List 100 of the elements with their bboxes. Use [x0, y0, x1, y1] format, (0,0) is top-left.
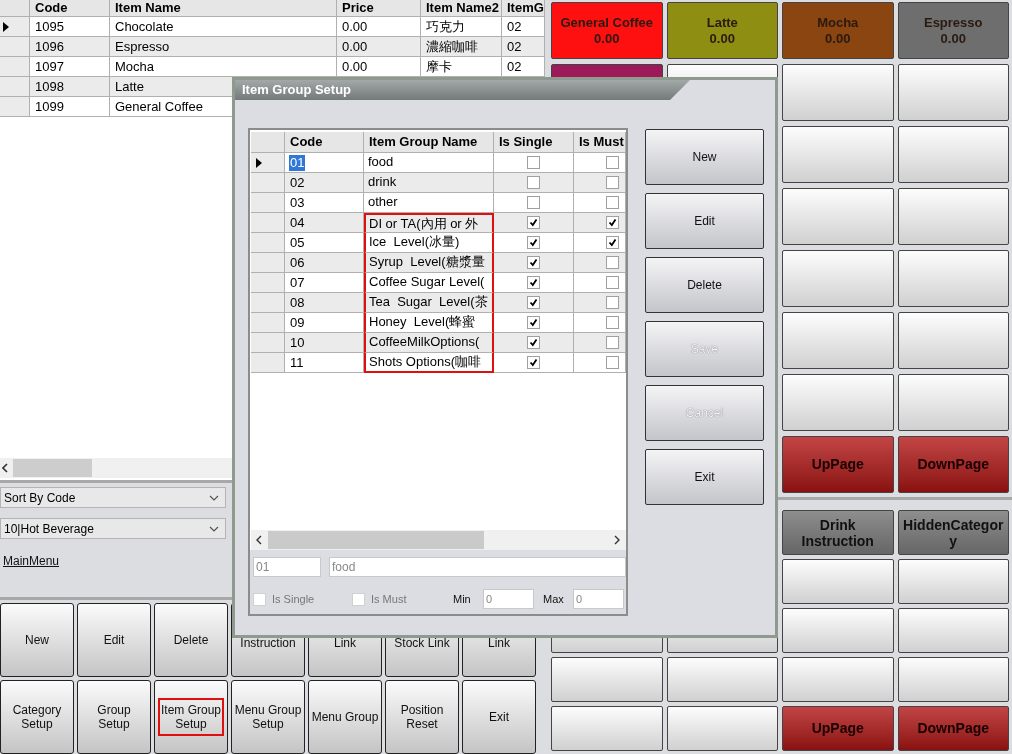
- checkbox[interactable]: [527, 336, 540, 349]
- dropdown[interactable]: 10|Hot Beverage: [0, 518, 226, 539]
- row-header[interactable]: [0, 17, 30, 37]
- checkbox[interactable]: [606, 316, 619, 329]
- empty-button[interactable]: [782, 657, 894, 702]
- checkbox[interactable]: [527, 356, 540, 369]
- toolbar-button[interactable]: Menu Group Setup: [231, 680, 305, 754]
- check-icon: [529, 238, 538, 247]
- checkbox[interactable]: [527, 316, 540, 329]
- toolbar-button[interactable]: Exit: [462, 680, 536, 754]
- cell-text: 03: [289, 194, 306, 211]
- cell-text: 11: [289, 354, 305, 371]
- check-icon: [529, 298, 538, 307]
- checkbox[interactable]: [527, 296, 540, 309]
- toolbar-button[interactable]: Menu Group: [308, 680, 382, 754]
- cell-text: 10: [289, 334, 306, 351]
- toolbar-button[interactable]: New: [0, 603, 74, 677]
- empty-button[interactable]: [666, 657, 778, 702]
- empty-button[interactable]: [897, 657, 1009, 702]
- empty-button[interactable]: [782, 312, 894, 369]
- checkbox[interactable]: [527, 256, 540, 269]
- name-field[interactable]: food: [329, 557, 626, 577]
- empty-button[interactable]: [782, 188, 894, 245]
- empty-button[interactable]: [782, 64, 894, 121]
- category-button[interactable]: Drink Instruction: [782, 510, 894, 555]
- dialog-button[interactable]: Exit: [645, 449, 764, 505]
- checkbox[interactable]: [606, 356, 619, 369]
- toolbar-button[interactable]: Group Setup: [77, 680, 151, 754]
- empty-button[interactable]: [782, 374, 894, 431]
- checkbox[interactable]: [606, 176, 619, 189]
- field-label: Max: [543, 591, 565, 607]
- cell-text: 01: [289, 154, 306, 171]
- dialog-button[interactable]: Edit: [645, 193, 764, 249]
- check-icon: [529, 338, 538, 347]
- table-cell: Shots Options(咖啡: [364, 353, 494, 373]
- empty-button[interactable]: [897, 312, 1009, 369]
- min-field[interactable]: 0: [483, 589, 534, 609]
- checkbox[interactable]: [606, 276, 619, 289]
- check-icon: [529, 258, 538, 267]
- checkbox[interactable]: [527, 276, 540, 289]
- cell-text: 05: [289, 234, 306, 251]
- check-icon: [608, 238, 617, 247]
- empty-button[interactable]: [897, 374, 1009, 431]
- category-button[interactable]: HiddenCategory: [897, 510, 1009, 555]
- row-header[interactable]: [251, 153, 285, 173]
- empty-button[interactable]: [897, 126, 1009, 183]
- toolbar-button[interactable]: Position Reset: [385, 680, 459, 754]
- scrollbar-thumb[interactable]: [13, 459, 92, 477]
- checkbox[interactable]: [606, 196, 619, 209]
- chevron-down-icon: [209, 494, 219, 501]
- empty-button[interactable]: [666, 706, 778, 751]
- empty-button[interactable]: [897, 250, 1009, 307]
- checkbox[interactable]: [527, 176, 540, 189]
- dialog-button[interactable]: Delete: [645, 257, 764, 313]
- empty-button[interactable]: [782, 559, 894, 604]
- empty-button[interactable]: [782, 250, 894, 307]
- toolbar-button[interactable]: Item Group Setup: [154, 680, 228, 754]
- checkbox[interactable]: [606, 236, 619, 249]
- row-pointer-icon: [256, 157, 262, 168]
- menu-item-button[interactable]: General Coffee 0.00: [551, 2, 663, 59]
- empty-button[interactable]: [897, 64, 1009, 121]
- toolbar-button[interactable]: Delete: [154, 603, 228, 677]
- checkbox[interactable]: [253, 592, 266, 606]
- checkbox[interactable]: [606, 296, 619, 309]
- horizontal-scrollbar[interactable]: [251, 530, 626, 550]
- scroll-left-icon: [256, 535, 262, 545]
- empty-button[interactable]: [897, 559, 1009, 604]
- cell-text: 06: [289, 254, 306, 271]
- empty-button[interactable]: [782, 608, 894, 653]
- main-menu-link[interactable]: MainMenu: [3, 552, 60, 570]
- checkbox[interactable]: [606, 156, 619, 169]
- checkbox[interactable]: [527, 236, 540, 249]
- checkbox[interactable]: [606, 256, 619, 269]
- row-pointer-icon: [3, 21, 9, 32]
- empty-button[interactable]: [782, 126, 894, 183]
- max-field[interactable]: 0: [573, 589, 624, 609]
- cell-text: 04: [289, 214, 306, 231]
- dropdown[interactable]: Sort By Code: [0, 487, 226, 508]
- check-icon: [529, 318, 538, 327]
- scrollbar-thumb[interactable]: [268, 531, 484, 549]
- empty-button[interactable]: [897, 188, 1009, 245]
- cell-text: 08: [289, 294, 306, 311]
- dialog-button[interactable]: New: [645, 129, 764, 185]
- table-cell: 1099: [30, 97, 110, 117]
- menu-item-button[interactable]: Latte 0.00: [666, 2, 778, 59]
- empty-button[interactable]: [897, 608, 1009, 653]
- cell-text: 02: [289, 174, 306, 191]
- scroll-right-icon: [614, 535, 620, 545]
- toolbar-button[interactable]: Edit: [77, 603, 151, 677]
- toolbar-button[interactable]: Category Setup: [0, 680, 74, 754]
- checkbox[interactable]: [527, 156, 540, 169]
- checkbox[interactable]: [527, 216, 540, 229]
- checkbox[interactable]: [606, 216, 619, 229]
- code-field[interactable]: 01: [253, 557, 321, 577]
- empty-button[interactable]: [551, 657, 663, 702]
- checkbox[interactable]: [527, 196, 540, 209]
- cell-text: 07: [289, 274, 306, 291]
- empty-button[interactable]: [551, 706, 663, 751]
- checkbox[interactable]: [352, 592, 365, 606]
- checkbox[interactable]: [606, 336, 619, 349]
